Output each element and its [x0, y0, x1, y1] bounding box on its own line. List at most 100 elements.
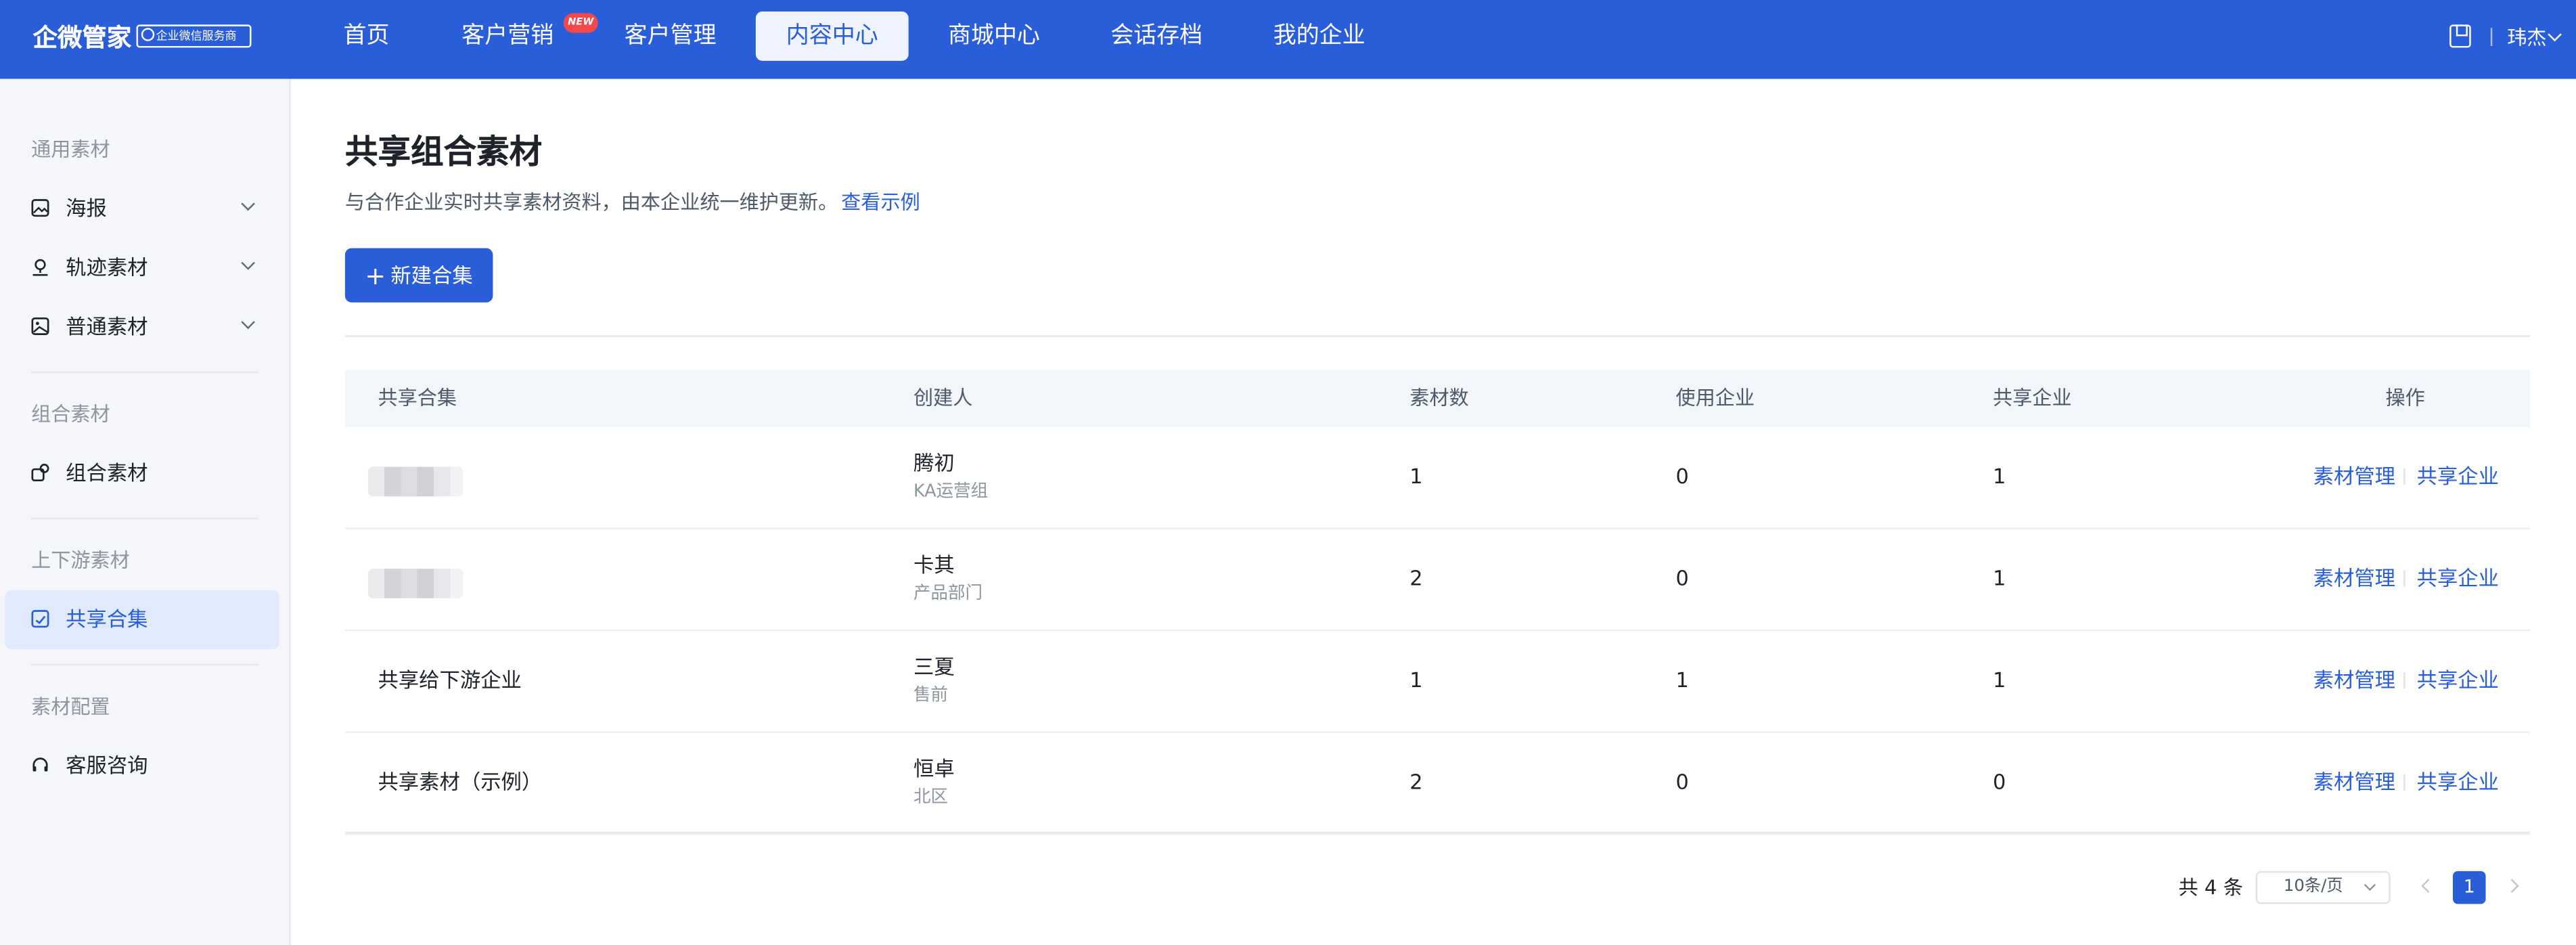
- sidebar-item-poster[interactable]: 海报: [5, 179, 279, 238]
- sidebar-item-general-material[interactable]: 普通素材: [5, 297, 279, 356]
- app-window: 企微管家 企业微信服务商 首页 客户营销 NEW 客户管理 内容中心 商城中心 …: [0, 0, 2576, 945]
- action-divider: [2403, 570, 2405, 587]
- chevron-down-icon: [241, 196, 255, 211]
- brand-logo: 企微管家: [32, 22, 132, 53]
- sharing-enterprises-link[interactable]: 共享企业: [2417, 665, 2499, 695]
- header-divider: [2490, 28, 2493, 46]
- material-count: 2: [1409, 769, 1423, 794]
- manage-materials-link[interactable]: 素材管理: [2313, 665, 2395, 695]
- sidebar-item-shared-collection[interactable]: 共享合集: [5, 590, 279, 650]
- combo-icon: [31, 464, 49, 482]
- nav-customer-marketing[interactable]: 客户营销: [449, 12, 567, 61]
- page-size-select[interactable]: 10条/页: [2255, 871, 2391, 904]
- manage-materials-link[interactable]: 素材管理: [2313, 462, 2395, 491]
- sidebar-item-label: 组合素材: [66, 460, 148, 485]
- sidebar-group-title: 素材配置: [31, 695, 110, 719]
- nav-chat-archive[interactable]: 会话存档: [1098, 12, 1216, 61]
- column-header-using-enterprises: 使用企业: [1675, 386, 1755, 410]
- table-row: 共享素材（示例） 恒卓 北区 2 0 0 素材管理 共享企业: [344, 733, 2531, 835]
- creator-name: 腾初: [913, 450, 955, 475]
- collection-name: 共享素材（示例）: [378, 769, 543, 794]
- create-collection-label: 新建合集: [390, 263, 473, 288]
- chevron-down-icon: [241, 256, 255, 270]
- content-divider: [344, 335, 2531, 337]
- page-description: 与合作企业实时共享素材资料，由本企业统一维护更新。 查看示例: [345, 189, 920, 215]
- sidebar-item-track-material[interactable]: 轨迹素材: [5, 238, 279, 297]
- chevron-down-icon: [241, 315, 255, 330]
- nav-my-enterprise[interactable]: 我的企业: [1260, 12, 1378, 61]
- collection-name: 共享给下游企业: [378, 667, 522, 693]
- book-icon[interactable]: [2449, 24, 2471, 48]
- creator-name: 卡其: [913, 552, 955, 577]
- sharing-enterprises-link[interactable]: 共享企业: [2417, 564, 2499, 594]
- sidebar-divider: [31, 371, 258, 374]
- top-nav-bar: 企微管家 企业微信服务商 首页 客户营销 NEW 客户管理 内容中心 商城中心 …: [0, 0, 2576, 79]
- action-divider: [2403, 672, 2405, 689]
- service-provider-badge: 企业微信服务商: [136, 24, 252, 48]
- using-enterprise-count: 0: [1675, 463, 1689, 489]
- sidebar-item-label: 海报: [66, 195, 107, 221]
- creator-department: KA运营组: [913, 481, 989, 502]
- column-header-sharing-enterprises: 共享企业: [1993, 386, 2072, 410]
- creator-department: 北区: [913, 787, 948, 808]
- view-example-link[interactable]: 查看示例: [841, 191, 920, 214]
- table-row: 腾初 KA运营组 1 0 1 素材管理 共享企业: [344, 427, 2531, 529]
- table-row: 共享给下游企业 三夏 售前 1 1 1 素材管理 共享企业: [344, 631, 2531, 733]
- service-provider-badge-label: 企业微信服务商: [156, 29, 237, 43]
- page-title: 共享组合素材: [344, 131, 543, 171]
- material-count: 1: [1409, 463, 1423, 489]
- blurred-collection-name: [367, 569, 464, 598]
- user-menu[interactable]: 玮杰: [2507, 23, 2546, 53]
- blurred-collection-name: [367, 466, 464, 497]
- create-collection-button[interactable]: + 新建合集: [344, 248, 493, 303]
- nav-customer-management[interactable]: 客户管理: [611, 12, 729, 61]
- column-header-creator: 创建人: [913, 386, 973, 410]
- track-icon: [32, 259, 48, 276]
- action-divider: [2403, 774, 2405, 791]
- sharing-enterprise-count: 1: [1993, 565, 2006, 590]
- manage-materials-link[interactable]: 素材管理: [2313, 564, 2395, 594]
- table-header: 共享合集 创建人 素材数 使用企业 共享企业 操作: [344, 370, 2531, 428]
- sharing-enterprises-link[interactable]: 共享企业: [2417, 462, 2499, 491]
- next-page-icon[interactable]: [2505, 879, 2519, 893]
- nav-content-center[interactable]: 内容中心: [755, 11, 909, 61]
- plus-icon: +: [365, 261, 386, 291]
- sidebar-group-title: 组合素材: [31, 402, 110, 426]
- sidebar-group-title: 上下游素材: [31, 548, 130, 572]
- sidebar-item-label: 客服咨询: [66, 753, 148, 778]
- manage-materials-link[interactable]: 素材管理: [2313, 768, 2395, 797]
- picture-icon: [31, 317, 49, 335]
- nav-mall-center[interactable]: 商城中心: [935, 12, 1054, 61]
- sidebar-item-combo-material[interactable]: 组合素材: [5, 444, 279, 503]
- creator-department: 产品部门: [913, 583, 982, 604]
- nav-home[interactable]: 首页: [317, 12, 416, 61]
- sidebar-item-customer-service[interactable]: 客服咨询: [5, 737, 279, 795]
- sidebar-group-title: 通用素材: [31, 137, 110, 161]
- sharing-enterprises-link[interactable]: 共享企业: [2417, 768, 2499, 797]
- chevron-down-icon: [2364, 879, 2376, 892]
- sidebar-item-label: 共享合集: [66, 606, 148, 632]
- sidebar: 通用素材 海报 轨迹素材 普通素材 组合素材 组合素材 上下游素材 共享合集 素…: [0, 79, 291, 945]
- sidebar-divider: [31, 517, 258, 520]
- action-divider: [2403, 468, 2405, 485]
- material-count: 1: [1409, 667, 1423, 693]
- page-size-value: 10条/页: [2283, 877, 2343, 896]
- page-number-button[interactable]: 1: [2453, 871, 2486, 904]
- sharing-enterprise-count: 0: [1993, 769, 2006, 794]
- wechat-work-icon: [141, 28, 155, 41]
- page-description-text: 与合作企业实时共享素材资料，由本企业统一维护更新。: [344, 190, 838, 214]
- previous-page-icon[interactable]: [2421, 879, 2435, 893]
- column-header-material-count: 素材数: [1409, 386, 1469, 410]
- table-row: 卡其 产品部门 2 0 1 素材管理 共享企业: [344, 529, 2531, 632]
- using-enterprise-count: 0: [1675, 565, 1689, 590]
- material-count: 2: [1409, 565, 1423, 590]
- image-icon: [31, 199, 49, 217]
- chevron-down-icon[interactable]: [2548, 27, 2562, 42]
- headset-icon: [32, 757, 48, 772]
- sidebar-item-label: 普通素材: [66, 313, 148, 339]
- sidebar-divider: [31, 663, 258, 666]
- creator-name: 恒卓: [913, 755, 955, 781]
- column-header-actions: 操作: [2385, 386, 2425, 410]
- column-header-collection: 共享合集: [378, 386, 457, 410]
- sidebar-item-label: 轨迹素材: [66, 255, 148, 280]
